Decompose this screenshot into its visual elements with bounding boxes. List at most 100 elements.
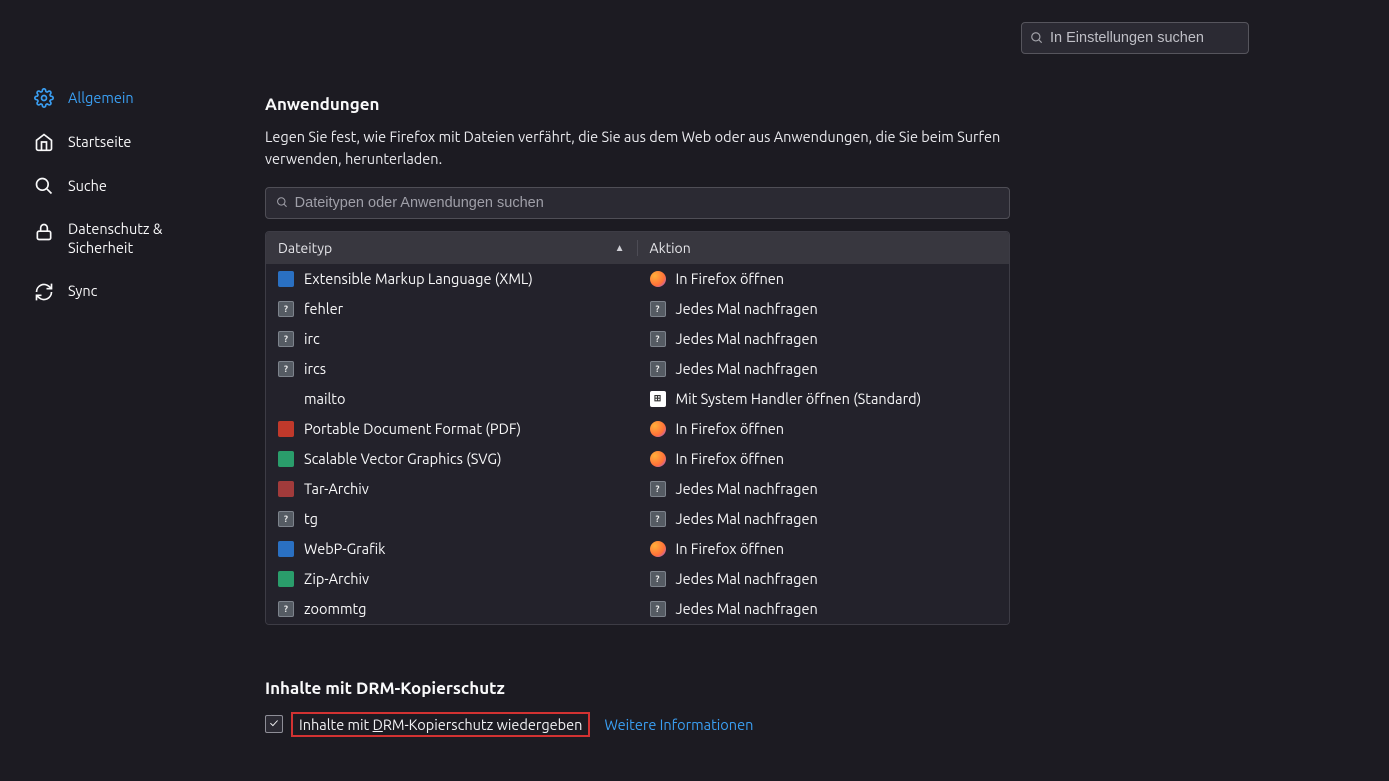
type-label: tg: [304, 510, 318, 527]
filetype-icon: ?: [278, 331, 294, 347]
sidebar-item-privacy[interactable]: Datenschutz & Sicherheit: [20, 212, 240, 266]
cell-type: ? irc: [266, 330, 638, 347]
main-panel: Anwendungen Legen Sie fest, wie Firefox …: [265, 95, 1010, 737]
table-row[interactable]: ? tg? Jedes Mal nachfragen: [266, 504, 1009, 534]
cell-type: WebP-Grafik: [266, 540, 638, 557]
action-label: In Firefox öffnen: [676, 270, 785, 287]
table-row[interactable]: Tar-Archiv?Jedes Mal nachfragen: [266, 474, 1009, 504]
drm-checkbox[interactable]: ✓: [265, 715, 283, 733]
filetype-icon: [278, 421, 294, 437]
table-row[interactable]: ? fehler? Jedes Mal nachfragen: [266, 294, 1009, 324]
action-label: Jedes Mal nachfragen: [676, 480, 818, 497]
filetype-icon: ?: [278, 361, 294, 377]
cell-type: ? ircs: [266, 360, 638, 377]
action-label: Jedes Mal nachfragen: [676, 600, 818, 617]
table-row[interactable]: ? ircs? Jedes Mal nachfragen: [266, 354, 1009, 384]
action-icon: [650, 421, 666, 437]
type-label: ircs: [304, 360, 326, 377]
column-header-type[interactable]: Dateityp ▲: [266, 240, 638, 256]
type-label: WebP-Grafik: [304, 540, 386, 557]
action-icon: ?: [650, 331, 666, 347]
cell-action[interactable]: ? Jedes Mal nachfragen: [638, 300, 1010, 317]
type-label: irc: [304, 330, 320, 347]
column-label: Aktion: [650, 240, 691, 256]
cell-action[interactable]: In Firefox öffnen: [638, 540, 1010, 557]
action-label: Jedes Mal nachfragen: [676, 330, 818, 347]
cell-action[interactable]: ? Jedes Mal nachfragen: [638, 360, 1010, 377]
cell-type: mailto: [266, 390, 638, 407]
sidebar-item-general[interactable]: Allgemein: [20, 80, 240, 116]
drm-checkbox-label[interactable]: Inhalte mit DRM-Kopierschutz wiedergeben: [291, 712, 590, 737]
table-row[interactable]: WebP-Grafik In Firefox öffnen: [266, 534, 1009, 564]
cell-type: ? fehler: [266, 300, 638, 317]
settings-sidebar: Allgemein Startseite Suche Datenschutz &…: [20, 80, 240, 318]
action-icon: ⊞: [650, 391, 666, 407]
cell-type: ? zoommtg: [266, 600, 638, 617]
sidebar-item-sync[interactable]: Sync: [20, 274, 240, 310]
applications-search-box[interactable]: [265, 187, 1010, 219]
cell-action[interactable]: In Firefox öffnen: [638, 420, 1010, 437]
action-label: In Firefox öffnen: [676, 450, 785, 467]
cell-action[interactable]: In Firefox öffnen: [638, 270, 1010, 287]
table-row[interactable]: ? zoommtg ?Jedes Mal nachfragen: [266, 594, 1009, 624]
search-icon: [34, 176, 54, 196]
action-label: In Firefox öffnen: [676, 540, 785, 557]
type-label: fehler: [304, 300, 343, 317]
table-row[interactable]: Portable Document Format (PDF) In Firefox…: [266, 414, 1009, 444]
table-row[interactable]: Scalable Vector Graphics (SVG) In Firefox…: [266, 444, 1009, 474]
cell-type: Portable Document Format (PDF): [266, 420, 638, 437]
applications-search-input[interactable]: [295, 195, 999, 211]
search-icon: [276, 196, 289, 209]
action-icon: [650, 271, 666, 287]
table-row[interactable]: mailto ⊞ Mit System Handler öffnen (Standa…: [266, 384, 1009, 414]
table-row[interactable]: ? irc? Jedes Mal nachfragen: [266, 324, 1009, 354]
sidebar-item-home[interactable]: Startseite: [20, 124, 240, 160]
drm-heading: Inhalte mit DRM-Kopierschutz: [265, 679, 1010, 698]
action-icon: [650, 541, 666, 557]
type-label: mailto: [304, 390, 345, 407]
table-row[interactable]: Extensible Markup Language (XML)In Firef…: [266, 264, 1009, 294]
cell-type: ? tg: [266, 510, 638, 527]
applications-table: Dateityp ▲ Aktion Extensible Markup Lang…: [265, 231, 1010, 625]
type-label: zoommtg: [304, 600, 367, 617]
action-label: Jedes Mal nachfragen: [676, 570, 818, 587]
lock-icon: [34, 222, 54, 242]
cell-type: Zip-Archiv: [266, 570, 638, 587]
settings-search-box[interactable]: [1021, 22, 1249, 54]
action-icon: ?: [650, 511, 666, 527]
cell-action[interactable]: ⊞ Mit System Handler öffnen (Standard): [638, 390, 1010, 407]
drm-more-info-link[interactable]: Weitere Informationen: [604, 716, 753, 733]
type-label: Portable Document Format (PDF): [304, 420, 521, 437]
filetype-icon: [278, 391, 294, 407]
cell-action[interactable]: ? Jedes Mal nachfragen: [638, 570, 1010, 587]
cell-action[interactable]: ? Jedes Mal nachfragen: [638, 510, 1010, 527]
column-header-action[interactable]: Aktion: [638, 240, 1010, 256]
cell-action[interactable]: ? Jedes Mal nachfragen: [638, 330, 1010, 347]
cell-action[interactable]: ? Jedes Mal nachfragen: [638, 480, 1010, 497]
filetype-icon: ?: [278, 511, 294, 527]
action-label: Jedes Mal nachfragen: [676, 300, 818, 317]
action-label: Mit System Handler öffnen (Standard): [676, 390, 922, 407]
table-row[interactable]: Zip-Archiv? Jedes Mal nachfragen: [266, 564, 1009, 594]
sidebar-item-search[interactable]: Suche: [20, 168, 240, 204]
gear-icon: [34, 88, 54, 108]
cell-action[interactable]: In Firefox öffnen: [638, 450, 1010, 467]
action-icon: ?: [650, 361, 666, 377]
table-header: Dateityp ▲ Aktion: [266, 232, 1009, 264]
action-icon: ?: [650, 571, 666, 587]
action-icon: ?: [650, 301, 666, 317]
sidebar-item-label: Sync: [68, 282, 97, 301]
action-icon: ?: [650, 481, 666, 497]
action-label: Jedes Mal nachfragen: [676, 510, 818, 527]
drm-section: Inhalte mit DRM-Kopierschutz ✓ Inhalte m…: [265, 679, 1010, 737]
filetype-icon: ?: [278, 601, 294, 617]
type-label: Scalable Vector Graphics (SVG): [304, 450, 502, 467]
sidebar-item-label: Datenschutz & Sicherheit: [68, 220, 226, 258]
filetype-icon: ?: [278, 301, 294, 317]
home-icon: [34, 132, 54, 152]
settings-search-input[interactable]: [1050, 30, 1240, 46]
action-label: Jedes Mal nachfragen: [676, 360, 818, 377]
cell-action[interactable]: ?Jedes Mal nachfragen: [638, 600, 1010, 617]
filetype-icon: [278, 571, 294, 587]
sync-icon: [34, 282, 54, 302]
